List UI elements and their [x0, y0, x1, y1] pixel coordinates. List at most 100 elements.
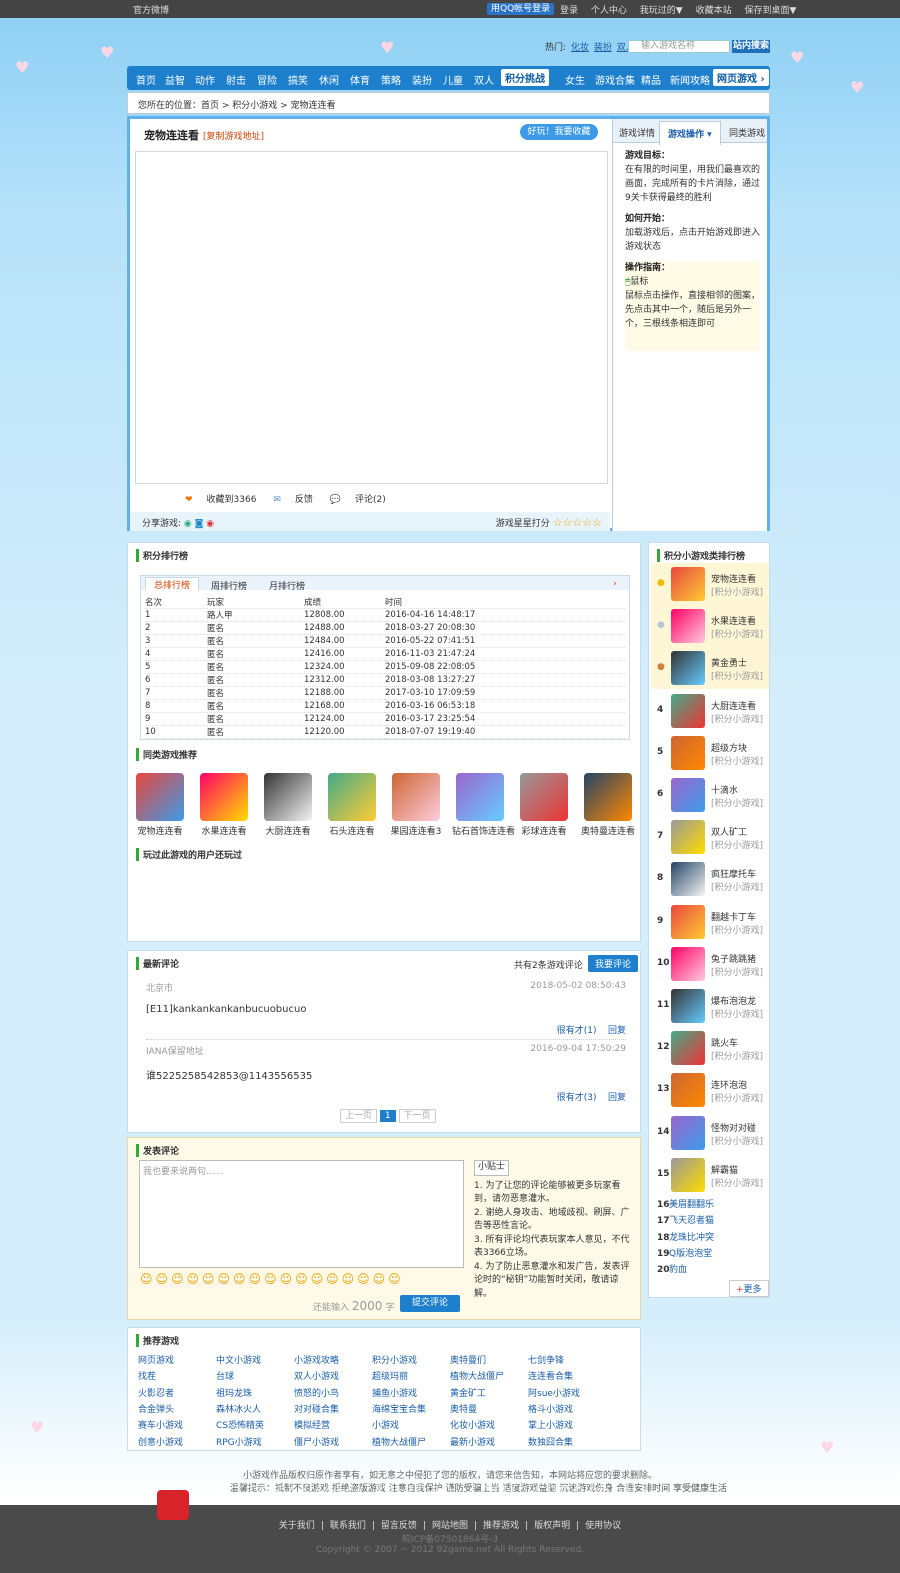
recommended-game-link[interactable]: 超级玛丽 — [372, 1369, 408, 1382]
submit-comment-button[interactable]: 提交评论 — [400, 1295, 460, 1312]
rank-game-item[interactable]: 11 爆布泡泡龙 [积分小游戏] — [651, 985, 769, 1027]
game-thumbnail[interactable] — [671, 1031, 705, 1066]
game-name[interactable]: 果园连连看3 — [388, 824, 444, 837]
recommended-game-link[interactable]: 小游戏攻略 — [294, 1353, 339, 1366]
support-link[interactable]: 很有才(1) — [557, 1026, 597, 1036]
nav-item[interactable]: 首页 — [136, 72, 156, 87]
game-name[interactable]: 水果连连看 — [196, 824, 252, 837]
similar-game-item[interactable]: 大厨连连看 — [260, 773, 316, 837]
bookmark-link[interactable]: 收藏本站 — [696, 6, 732, 16]
footer-link[interactable]: 版权声明 — [534, 1521, 570, 1531]
game-thumbnail[interactable] — [200, 773, 248, 821]
game-name[interactable]: 疯狂摩托车 — [711, 867, 756, 880]
recommended-game-link[interactable]: 森林冰火人 — [216, 1402, 261, 1415]
recommended-game-link[interactable]: 掌上小游戏 — [528, 1418, 573, 1431]
copy-url-link[interactable]: [复制游戏地址] — [203, 132, 264, 142]
game-name[interactable]: 美眉翻翻乐 — [669, 1200, 714, 1210]
recommended-game-link[interactable]: 格斗小游戏 — [528, 1402, 573, 1415]
write-comment-button[interactable]: 我要评论 — [588, 955, 639, 972]
user-center-link[interactable]: 个人中心 — [591, 6, 627, 16]
recommended-game-link[interactable]: 模拟经营 — [294, 1418, 330, 1431]
game-thumbnail[interactable] — [392, 773, 440, 821]
game-name[interactable]: 石头连连看 — [324, 824, 380, 837]
game-thumbnail[interactable] — [671, 651, 705, 686]
recommended-game-link[interactable]: 数独囧合集 — [528, 1435, 573, 1448]
game-thumbnail[interactable] — [328, 773, 376, 821]
recommended-game-link[interactable]: 最新小游戏 — [450, 1435, 495, 1448]
game-thumbnail[interactable] — [671, 778, 705, 812]
game-name[interactable]: 翻越卡丁车 — [711, 910, 756, 923]
nav-item[interactable]: 儿童 — [443, 72, 463, 87]
nav-item[interactable]: 装扮 — [412, 72, 432, 87]
weibo-link[interactable]: 官方微博 — [133, 3, 169, 16]
page-1-button[interactable]: 1 — [379, 1110, 396, 1122]
recommended-game-link[interactable]: 愤怒的小鸟 — [294, 1386, 339, 1399]
comment-link[interactable]: 评论(2) — [355, 495, 386, 505]
rank-game-item[interactable]: 7 双人矿工 [积分小游戏] — [651, 816, 769, 858]
game-name[interactable]: 水果连连看 — [711, 614, 756, 627]
star-rating[interactable]: ☆☆☆☆☆ — [553, 516, 602, 529]
weibo-icon[interactable]: ◉ — [206, 519, 214, 529]
rank-game-item[interactable]: 13 连环泡泡 [积分小游戏] — [651, 1069, 769, 1111]
comment-textarea[interactable]: 我也要来说两句...... — [139, 1160, 464, 1268]
recommended-game-link[interactable]: 创意小游戏 — [138, 1435, 183, 1448]
game-name[interactable]: 宠物连连看 — [711, 572, 756, 585]
recommended-game-link[interactable]: 火影忍者 — [138, 1386, 174, 1399]
recommended-game-link[interactable]: 植物大战僵尸 — [372, 1435, 426, 1448]
game-thumbnail[interactable] — [671, 989, 705, 1023]
support-link[interactable]: 很有才(3) — [557, 1093, 597, 1103]
recommended-game-link[interactable]: 奥特曼们 — [450, 1353, 486, 1366]
recommended-game-link[interactable]: 化妆小游戏 — [450, 1418, 495, 1431]
rank-game-text-item[interactable]: 20豹血 — [657, 1262, 687, 1277]
nav-item[interactable]: 动作 — [195, 72, 215, 87]
game-name[interactable]: 解霸猫 — [711, 1163, 738, 1176]
game-name[interactable]: 兔子跳跳猪 — [711, 952, 756, 965]
recommended-game-link[interactable]: 海绵宝宝合集 — [372, 1402, 426, 1415]
reply-link[interactable]: 回复 — [608, 1026, 626, 1036]
similar-game-item[interactable]: 奥特曼连连看 — [580, 773, 636, 837]
recommended-game-link[interactable]: 中文小游戏 — [216, 1353, 261, 1366]
recommended-game-link[interactable]: 阿sue小游戏 — [528, 1386, 580, 1399]
footer-link[interactable]: 使用协议 — [585, 1521, 621, 1531]
footer-link[interactable]: 留言反馈 — [381, 1521, 417, 1531]
game-name[interactable]: 宠物连连看 — [132, 824, 188, 837]
game-thumbnail[interactable] — [671, 1073, 705, 1108]
similar-game-item[interactable]: 果园连连看3 — [388, 773, 444, 837]
rank-game-item[interactable]: 4 大厨连连看 [积分小游戏] — [651, 690, 769, 732]
game-name[interactable]: 大厨连连看 — [711, 699, 756, 712]
tab-operation[interactable]: 游戏操作 ▾ — [659, 121, 721, 145]
footer-link[interactable]: 关于我们 — [279, 1521, 315, 1531]
recommended-game-link[interactable]: 对对碰合集 — [294, 1402, 339, 1415]
tab-week-rank[interactable]: 周排行榜 — [211, 579, 247, 592]
rank-game-item[interactable]: ● 宠物连连看 [积分小游戏] — [651, 563, 769, 605]
game-name[interactable]: 怪物对对碰 — [711, 1121, 756, 1134]
nav-item-challenge[interactable]: 积分挑战 — [501, 69, 549, 86]
rank-game-item[interactable]: 8 疯狂摩托车 [积分小游戏] — [651, 858, 769, 900]
game-thumbnail[interactable] — [671, 946, 705, 981]
game-name[interactable]: 豹血 — [669, 1265, 687, 1275]
game-thumbnail[interactable] — [671, 1115, 705, 1150]
game-thumbnail[interactable] — [671, 862, 705, 897]
recommended-game-link[interactable]: 合金弹头 — [138, 1402, 174, 1415]
tab-total-rank[interactable]: 总排行榜 — [145, 577, 200, 591]
game-thumbnail[interactable] — [584, 773, 632, 821]
footer-link[interactable]: 推荐游戏 — [483, 1521, 519, 1531]
game-thumbnail[interactable] — [671, 904, 705, 939]
similar-game-item[interactable]: 彩球连连看 — [516, 773, 572, 837]
game-thumbnail[interactable] — [456, 773, 504, 821]
recommended-game-link[interactable]: 台球 — [216, 1369, 234, 1382]
save-desktop-link[interactable]: 保存到桌面▼ — [744, 6, 796, 16]
similar-game-item[interactable]: 钻石首饰连连看 — [452, 773, 515, 837]
rank-game-text-item[interactable]: 17飞天忍者猫 — [657, 1213, 714, 1228]
rank-game-item[interactable]: ● 黄金勇士 [积分小游戏] — [651, 647, 769, 690]
hot-keyword[interactable]: 化妆 — [571, 43, 589, 53]
nav-item[interactable]: 游戏合集 — [595, 72, 635, 87]
game-name[interactable]: 爆布泡泡龙 — [711, 994, 756, 1007]
game-thumbnail[interactable] — [136, 773, 184, 821]
search-button[interactable]: 站内搜索 — [732, 40, 770, 53]
game-name[interactable]: 奥特曼连连看 — [580, 824, 636, 837]
footer-link[interactable]: 网站地图 — [432, 1521, 468, 1531]
next-page-button[interactable]: 下一页 — [398, 1109, 436, 1123]
game-thumbnail[interactable] — [671, 567, 705, 601]
nav-item[interactable]: 女生 — [565, 72, 585, 87]
